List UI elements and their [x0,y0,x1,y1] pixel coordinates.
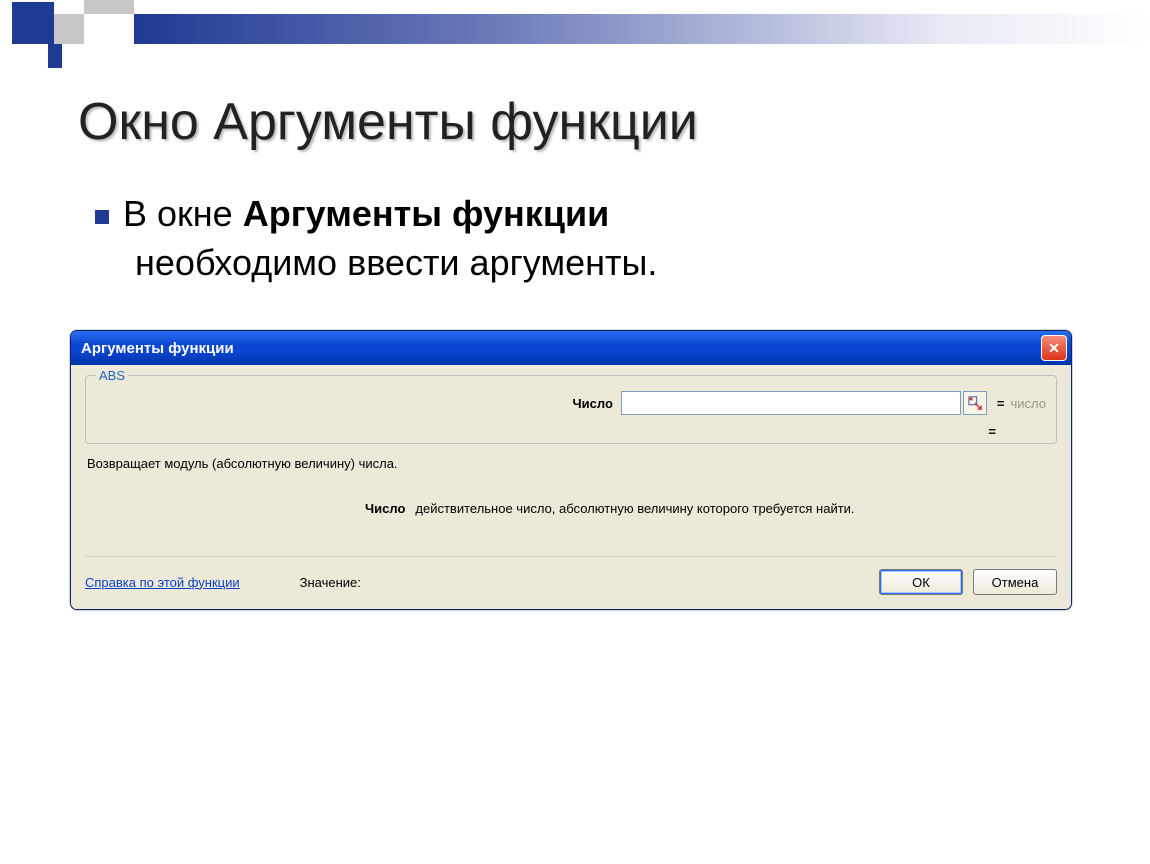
cancel-button[interactable]: Отмена [973,569,1057,595]
close-button[interactable]: ✕ [1041,335,1067,361]
deco-square-dark [12,2,54,44]
argument-row: Число = число [96,391,1046,415]
footer-buttons: ОК Отмена [879,569,1057,595]
slide-body: В окне Аргументы функции необходимо ввес… [95,190,657,287]
equals-sign-lower: = [988,424,996,439]
dialog-footer: Справка по этой функции Значение: ОК Отм… [85,556,1057,595]
argument-name: Число [365,501,405,516]
dialog-body: ABS Число = число = Возв [71,365,1071,609]
argument-input[interactable] [621,391,961,415]
dialog-titlebar[interactable]: Аргументы функции ✕ [71,331,1071,365]
equals-sign: = [997,396,1005,411]
deco-bar-gray [84,0,134,14]
range-selector-button[interactable] [963,391,987,415]
deco-square-gray [54,14,84,44]
body-bold: Аргументы функции [243,193,610,234]
slide-title: Окно Аргументы функции [78,92,698,152]
dialog-title: Аргументы функции [81,340,234,357]
footer-left: Справка по этой функции Значение: [85,575,361,590]
close-icon: ✕ [1048,341,1060,355]
argument-group: ABS Число = число = [85,375,1057,444]
range-selector-icon [968,396,982,410]
argument-label: Число [573,396,613,411]
deco-gradient-bar [134,14,1150,44]
argument-help-text: действительное число, абсолютную величин… [415,501,854,516]
value-label: Значение: [300,575,361,590]
bullet-icon [95,210,109,224]
group-legend: ABS [96,368,128,383]
slide-decoration [0,0,1150,70]
input-wrapper [621,391,987,415]
result-placeholder: число [1011,396,1047,411]
ok-button[interactable]: ОК [879,569,963,595]
help-link[interactable]: Справка по этой функции [85,575,240,590]
body-prefix: В окне [123,193,243,234]
body-suffix: необходимо ввести аргументы. [125,242,657,283]
function-arguments-dialog: Аргументы функции ✕ ABS Число [70,330,1072,610]
function-description: Возвращает модуль (абсолютную величину) … [87,456,1055,471]
argument-description-row: Число действительное число, абсолютную в… [365,501,1055,516]
deco-stripe-dark [48,44,62,68]
